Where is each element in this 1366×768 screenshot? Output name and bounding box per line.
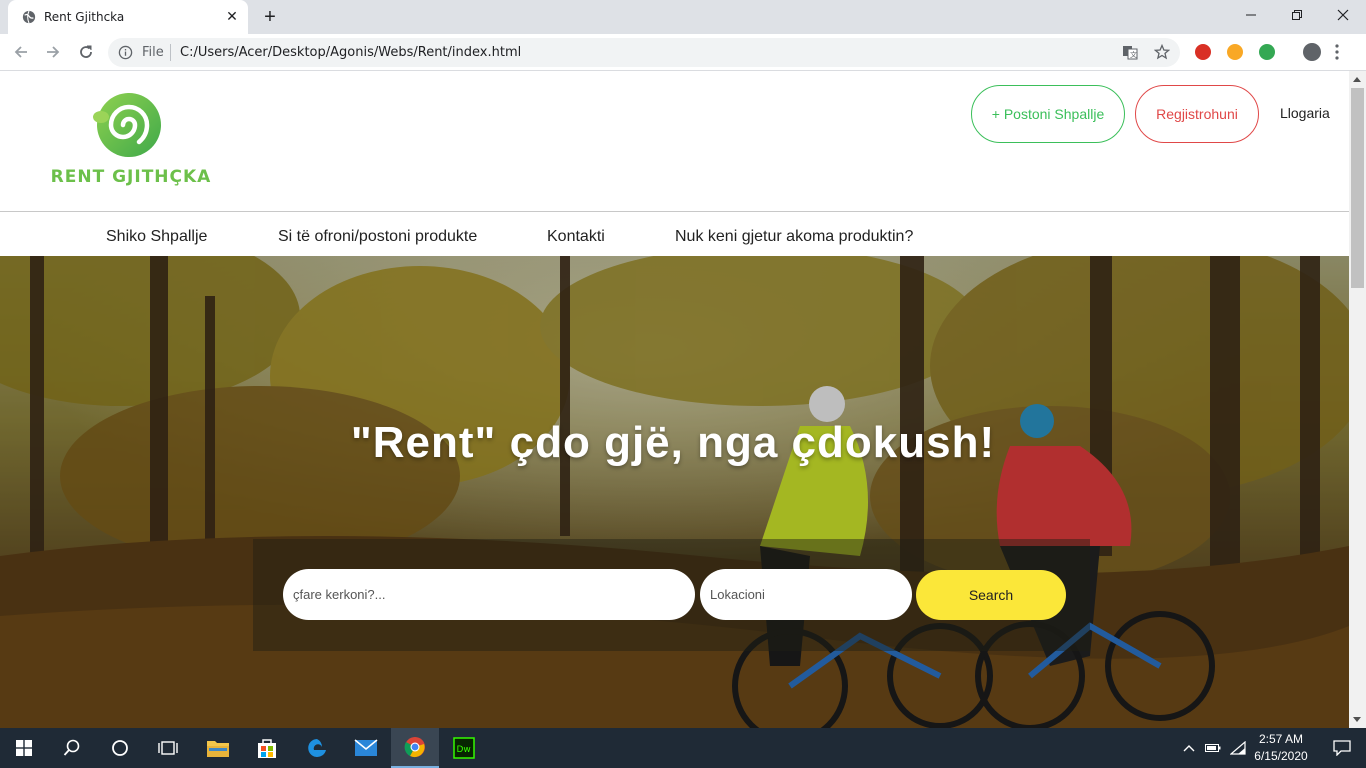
browser-tab[interactable]: Rent Gjithcka ✕ <box>8 0 248 34</box>
extension-red-icon[interactable] <box>1195 44 1211 60</box>
url-scheme-label: File <box>142 45 164 60</box>
svg-text:Dw: Dw <box>457 745 471 755</box>
profile-avatar-icon[interactable] <box>1303 43 1321 61</box>
dreamweaver-icon[interactable]: Dw <box>440 728 488 768</box>
scroll-down-arrow-icon[interactable] <box>1353 717 1361 722</box>
scroll-up-arrow-icon[interactable] <box>1353 77 1361 82</box>
hero-title: "Rent" çdo gjë, nga çdokush! <box>0 418 1349 468</box>
battery-icon[interactable] <box>1202 728 1224 768</box>
globe-icon <box>22 10 36 24</box>
scroll-thumb[interactable] <box>1351 88 1364 288</box>
mail-icon[interactable] <box>342 728 390 768</box>
account-link[interactable]: Llogaria <box>1280 105 1330 121</box>
windows-start-icon[interactable] <box>0 728 48 768</box>
svg-text:文: 文 <box>1130 50 1137 59</box>
restore-icon[interactable] <box>1274 0 1320 30</box>
microsoft-store-icon[interactable] <box>243 728 291 768</box>
clock-date[interactable]: 6/15/2020 <box>1250 749 1312 763</box>
reload-icon[interactable] <box>75 41 97 63</box>
new-tab-button[interactable]: + <box>258 6 282 28</box>
close-tab-icon[interactable]: ✕ <box>224 8 240 24</box>
cortana-icon[interactable] <box>96 728 144 768</box>
url-text[interactable]: C:/Users/Acer/Desktop/Agonis/Webs/Rent/i… <box>180 45 521 60</box>
clock-time[interactable]: 2:57 AM <box>1256 732 1306 746</box>
extension-green-icon[interactable] <box>1259 44 1275 60</box>
minimize-icon[interactable] <box>1228 0 1274 30</box>
search-icon[interactable] <box>48 728 96 768</box>
close-window-icon[interactable] <box>1320 0 1366 30</box>
search-query-input[interactable] <box>283 569 695 620</box>
swirl-logo-icon <box>93 93 161 157</box>
forward-arrow-icon[interactable] <box>42 41 64 63</box>
post-listing-button[interactable]: + Postoni Shpallje <box>971 85 1125 143</box>
tab-title: Rent Gjithcka <box>44 10 125 24</box>
nav-item-how-to-post[interactable]: Si të ofroni/postoni produkte <box>278 228 477 246</box>
info-icon[interactable] <box>118 45 133 60</box>
forest-cyclists-background-image <box>0 256 1349 728</box>
bookmark-star-icon[interactable] <box>1154 44 1170 60</box>
chevron-up-icon[interactable] <box>1178 728 1200 768</box>
nav-item-view-listings[interactable]: Shiko Shpallje <box>106 228 207 246</box>
logo-text: RENT GJITHÇKA <box>50 167 212 187</box>
browser-toolbar: File C:/Users/Acer/Desktop/Agonis/Webs/R… <box>0 34 1366 71</box>
hero-banner: "Rent" çdo gjë, nga çdokush! Search <box>0 256 1349 728</box>
address-bar[interactable]: File C:/Users/Acer/Desktop/Agonis/Webs/R… <box>108 38 1180 67</box>
extension-play-icon[interactable] <box>1227 44 1243 60</box>
hero-title-text: "Rent" çdo gjë, nga çdokush! <box>350 418 996 467</box>
edge-browser-icon[interactable] <box>293 728 341 768</box>
page-scrollbar[interactable] <box>1349 71 1366 728</box>
translate-icon[interactable]: 文 <box>1122 44 1138 60</box>
site-logo[interactable]: RENT GJITHÇKA <box>49 93 213 188</box>
register-button[interactable]: Regjistrohuni <box>1135 85 1259 143</box>
chrome-icon[interactable] <box>391 728 439 768</box>
web-page: RENT GJITHÇKA + Postoni Shpallje Regjist… <box>0 71 1349 728</box>
search-location-input[interactable] <box>700 569 912 620</box>
file-explorer-icon[interactable] <box>194 728 242 768</box>
back-arrow-icon[interactable] <box>10 41 32 63</box>
task-view-icon[interactable] <box>144 728 192 768</box>
search-panel: Search <box>253 539 1090 651</box>
address-divider <box>170 44 171 61</box>
browser-tab-strip: Rent Gjithcka ✕ + <box>0 0 1366 34</box>
nav-item-not-found-product[interactable]: Nuk keni gjetur akoma produktin? <box>675 228 913 246</box>
notifications-icon[interactable] <box>1318 728 1366 768</box>
menu-kebab-icon[interactable] <box>1335 44 1339 60</box>
nav-item-contact[interactable]: Kontakti <box>547 228 605 246</box>
wifi-icon[interactable] <box>1226 728 1250 768</box>
windows-taskbar: Dw 2:57 AM 6/15/2020 <box>0 728 1366 768</box>
search-button[interactable]: Search <box>916 570 1066 620</box>
main-navigation: Shiko Shpallje Si të ofroni/postoni prod… <box>0 211 1349 256</box>
